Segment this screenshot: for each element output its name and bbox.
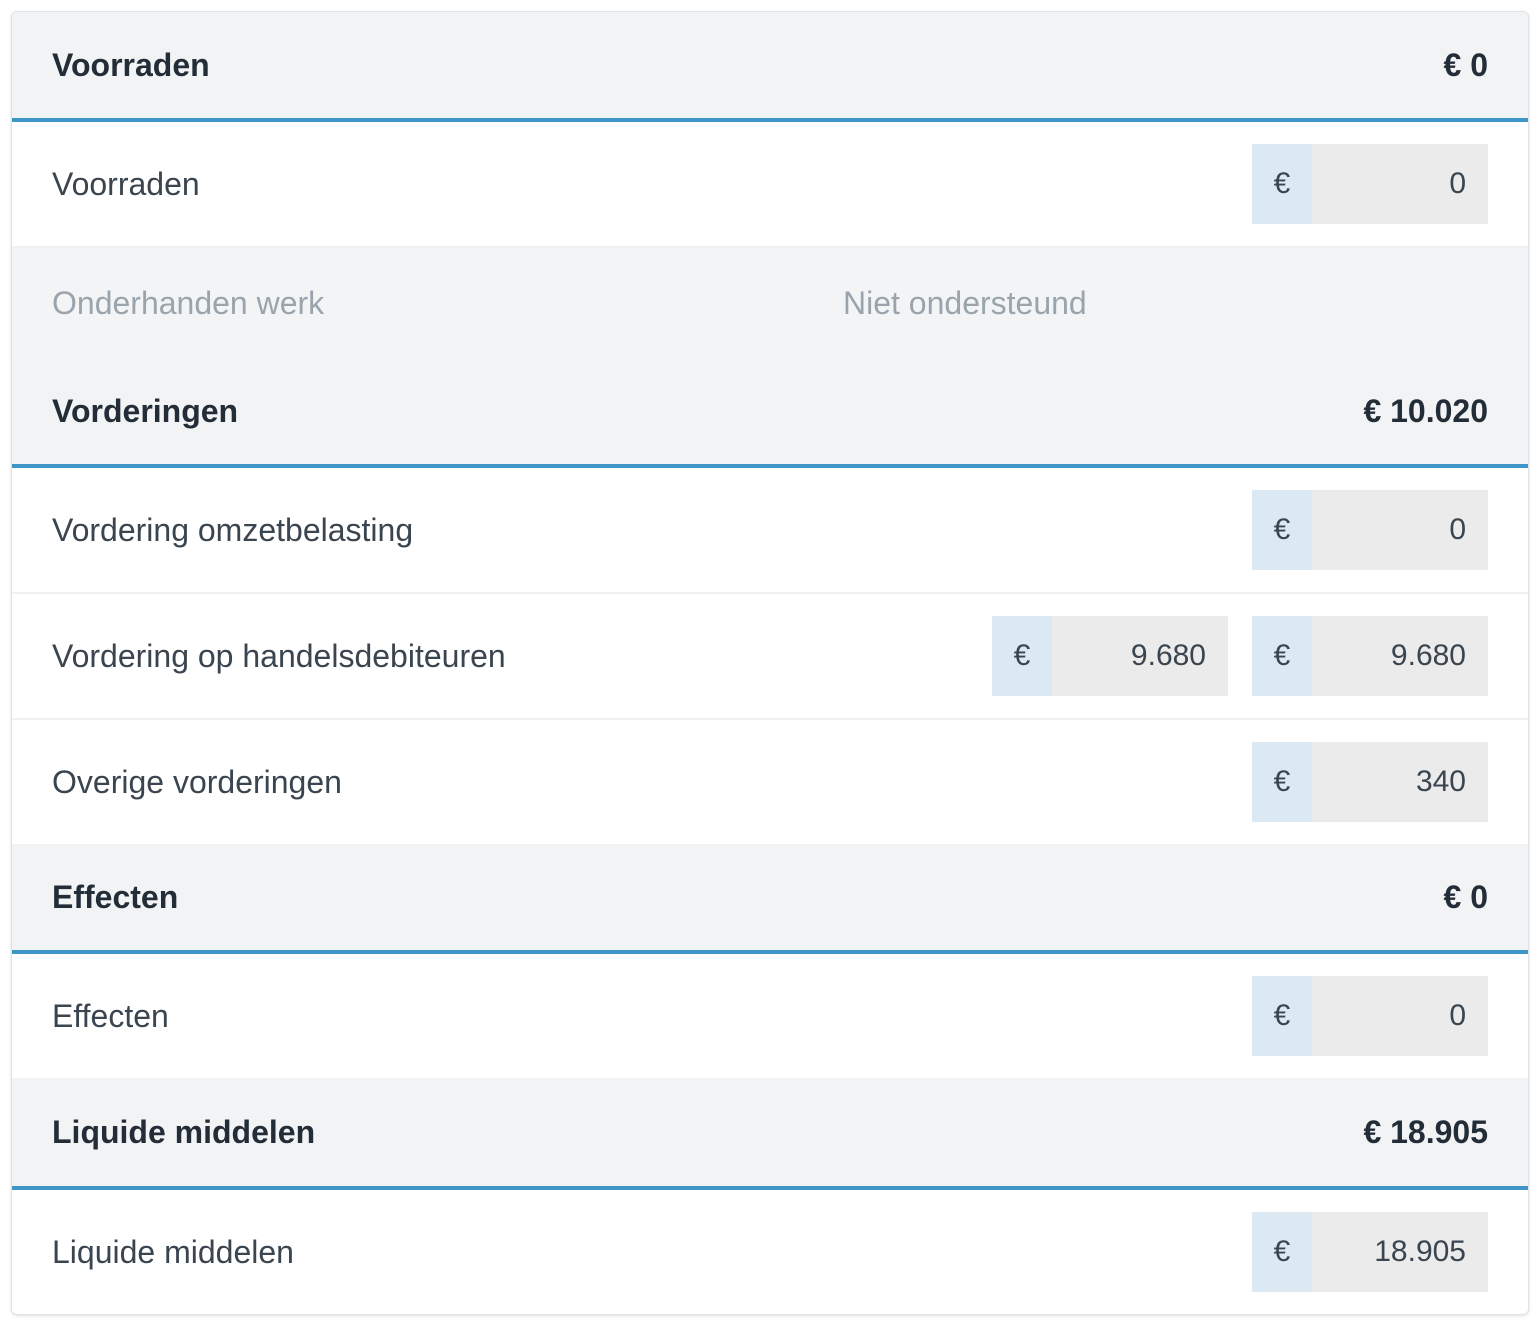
money-field: € [1252,976,1488,1056]
row-overige-vorderingen: Overige vorderingen € [12,720,1528,844]
section-header-voorraden: Voorraden € 0 [12,12,1528,122]
row-vordering-handelsdebiteuren: Vordering op handelsdebiteuren € € [12,594,1528,720]
voorraden-input[interactable] [1312,144,1488,224]
euro-icon: € [992,616,1052,696]
section-header-liquide-middelen: Liquide middelen € 18.905 [12,1078,1528,1190]
balance-card: Voorraden € 0 Voorraden € Onderhanden we… [11,11,1529,1315]
euro-icon: € [1252,144,1312,224]
row-onderhanden-werk: Onderhanden werk Niet ondersteund [12,248,1528,358]
row-label: Vordering omzetbelasting [52,511,414,548]
vordering-omzetbelasting-input[interactable] [1312,490,1488,570]
money-field: € [1252,742,1488,822]
liquide-middelen-input[interactable] [1312,1212,1488,1292]
section-title: Vorderingen [52,392,239,429]
section-total: € 0 [1443,878,1488,915]
row-voorraden: Voorraden € [12,122,1528,248]
row-label: Onderhanden werk [52,284,325,321]
euro-icon: € [1252,1212,1312,1292]
not-supported-note: Niet ondersteund [843,284,1087,321]
row-label: Voorraden [52,165,200,202]
section-title: Liquide middelen [52,1113,316,1150]
handelsdebiteuren-input-2[interactable] [1312,616,1488,696]
overige-vorderingen-input[interactable] [1312,742,1488,822]
section-title: Voorraden [52,46,210,83]
row-effecten: Effecten € [12,954,1528,1078]
row-vordering-omzetbelasting: Vordering omzetbelasting € [12,468,1528,594]
row-label: Liquide middelen [52,1233,294,1270]
row-label: Vordering op handelsdebiteuren [52,637,506,674]
handelsdebiteuren-input-1[interactable] [1052,616,1228,696]
money-field: € [1252,490,1488,570]
section-title: Effecten [52,878,179,915]
money-field: € [992,616,1228,696]
section-header-effecten: Effecten € 0 [12,844,1528,954]
euro-icon: € [1252,976,1312,1056]
euro-icon: € [1252,742,1312,822]
euro-icon: € [1252,490,1312,570]
row-label: Overige vorderingen [52,763,342,800]
section-total: € 10.020 [1363,392,1488,429]
row-liquide-middelen: Liquide middelen € [12,1190,1528,1314]
row-label: Effecten [52,997,169,1034]
money-field: € [1252,144,1488,224]
euro-icon: € [1252,616,1312,696]
money-field: € [1252,1212,1488,1292]
section-total: € 18.905 [1363,1113,1488,1150]
money-field: € [1252,616,1488,696]
section-header-vorderingen: Vorderingen € 10.020 [12,358,1528,468]
section-total: € 0 [1443,46,1488,83]
effecten-input[interactable] [1312,976,1488,1056]
